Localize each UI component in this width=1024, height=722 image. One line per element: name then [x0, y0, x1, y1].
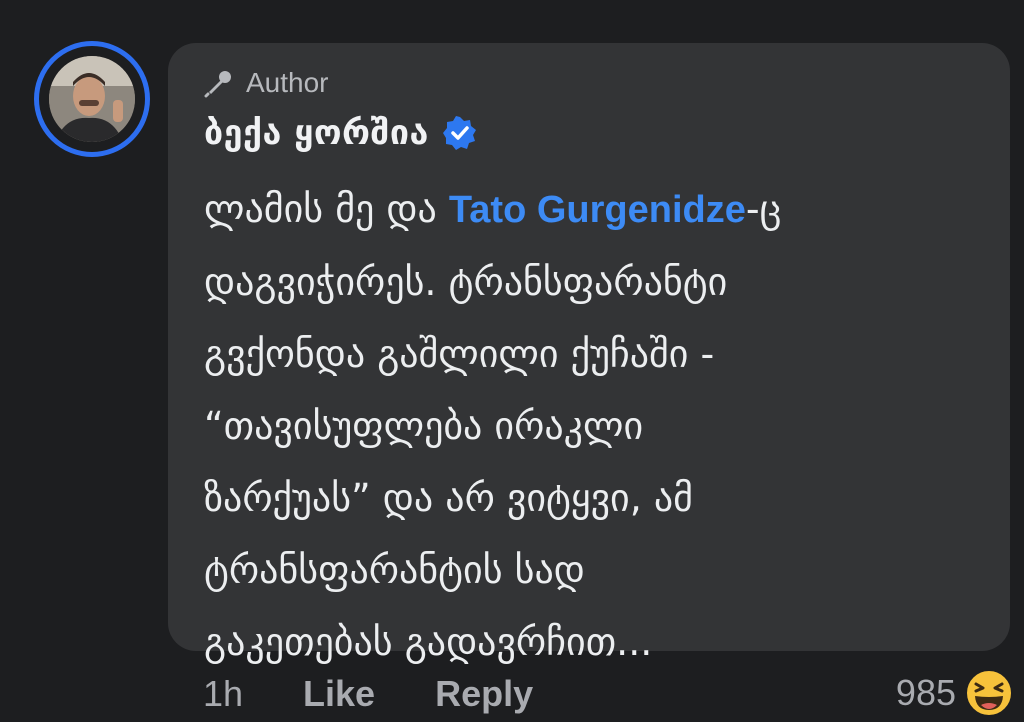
comment-line: დაგვიჭირეს. ტრანსფარანტი	[204, 260, 728, 304]
timestamp[interactable]: 1h	[203, 673, 243, 715]
avatar-ring[interactable]	[34, 41, 150, 157]
avatar[interactable]	[49, 56, 135, 142]
comment-text: ლამის მე და Tato Gurgenidze-ც დაგვიჭირეს…	[204, 173, 984, 678]
comment-actions: 1h Like Reply	[203, 668, 533, 720]
user-name[interactable]: ბექა ყორშია	[204, 113, 429, 153]
comment-line: გვქონდა გაშლილი ქუჩაში -	[204, 332, 715, 376]
user-name-row: ბექა ყორშია	[204, 113, 477, 153]
comment-line: ტრანსფარანტის სად	[204, 548, 585, 592]
comment-text-segment: -ც	[745, 187, 782, 231]
comment-line: “თავისუფლება ირაკლი	[204, 404, 644, 448]
reaction-summary[interactable]: 985	[896, 666, 1014, 720]
comment-bubble: Author ბექა ყორშია ლამის მე და Tato Gurg…	[168, 43, 1010, 664]
verified-badge-icon	[442, 116, 476, 150]
like-button[interactable]: Like	[303, 673, 375, 715]
comment-line: ზარქუას” და არ ვიტყვი, ამ	[204, 476, 694, 520]
comment-line: ლამის მე და Tato Gurgenidze-ც	[204, 173, 984, 246]
comment-text-segment: ლამის მე და	[204, 187, 449, 231]
avatar-photo-icon	[49, 56, 135, 142]
author-badge: Author	[204, 65, 329, 101]
author-label: Author	[246, 67, 329, 98]
reply-button[interactable]: Reply	[435, 673, 533, 715]
laughing-emoji-icon	[965, 669, 1013, 717]
microphone-icon	[204, 71, 231, 98]
reaction-count[interactable]: 985	[896, 672, 956, 714]
mention-link[interactable]: Tato Gurgenidze	[449, 189, 746, 231]
